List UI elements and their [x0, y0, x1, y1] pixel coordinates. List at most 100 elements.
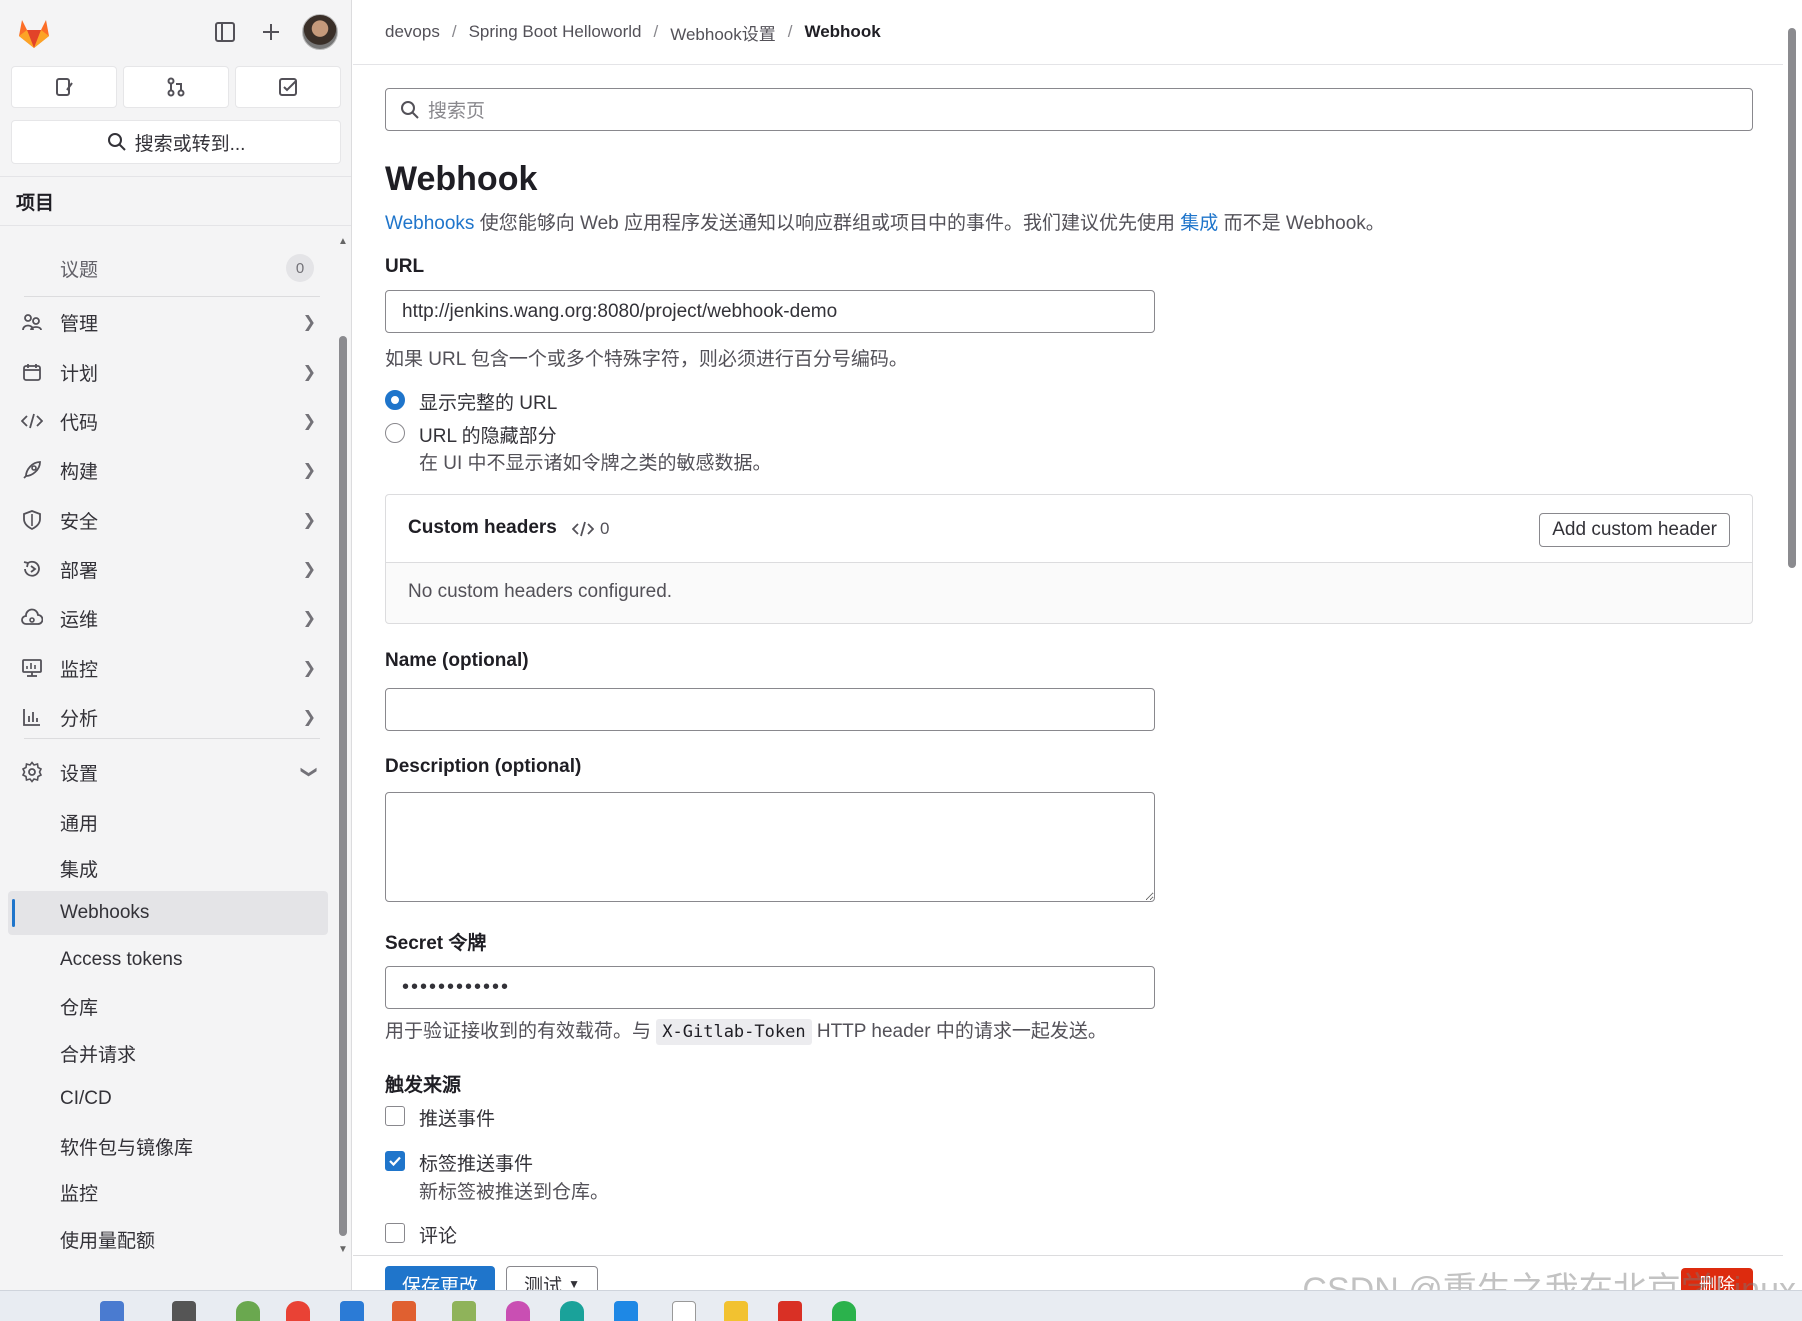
sidebar-subitem-label: Access tokens [60, 949, 183, 970]
sidebar-subitem-access-tokens[interactable]: Access tokens [8, 938, 328, 982]
comments-label[interactable]: 评论 [419, 1221, 457, 1248]
sidebar-item-settings[interactable]: 设置 ❯ [8, 750, 328, 794]
sidebar-item-manage[interactable]: 管理 ❯ [8, 300, 328, 344]
sidebar-item-plan[interactable]: 计划 ❯ [8, 350, 328, 394]
edge-icon[interactable] [560, 1301, 584, 1321]
sidebar-subitem-merge-requests[interactable]: 合并请求 [8, 1031, 328, 1075]
merge-requests-button[interactable] [123, 66, 229, 108]
add-custom-header-button[interactable]: Add custom header [1539, 513, 1730, 547]
sidebar-search-button[interactable]: 搜索或转到... [11, 120, 341, 164]
cloud-icon [20, 606, 44, 630]
name-input[interactable] [385, 688, 1155, 731]
tag-push-events-checkbox[interactable] [385, 1151, 405, 1171]
sidebar-item-security[interactable]: 安全 ❯ [8, 498, 328, 542]
secret-token-input[interactable]: •••••••••••• [385, 966, 1155, 1009]
breadcrumb-separator: / [787, 22, 793, 41]
sidebar-subitem-label: Webhooks [60, 902, 150, 923]
todo-icon [279, 78, 297, 96]
taskbar-app-icon[interactable] [778, 1301, 802, 1321]
typora-icon[interactable] [672, 1301, 696, 1321]
webhooks-docs-link[interactable]: Webhooks [385, 213, 474, 234]
page-search-input[interactable]: 搜索页 [385, 88, 1753, 131]
taskbar-app-icon[interactable] [506, 1301, 530, 1321]
plus-icon[interactable] [255, 16, 287, 48]
sidebar-toggle-icon[interactable] [209, 16, 241, 48]
sidebar-scrollbar[interactable]: ▲ ▼ [336, 232, 350, 1262]
secret-help: 用于验证接收到的有效载荷。与 X-Gitlab-Token HTTP heade… [385, 1016, 1107, 1045]
radio-show-full-url-label[interactable]: 显示完整的 URL [419, 388, 557, 415]
save-changes-button[interactable]: 保存更改 [385, 1266, 495, 1290]
sidebar-subitem-general[interactable]: 通用 [8, 800, 328, 844]
sidebar-item-analyze[interactable]: 分析 ❯ [8, 695, 328, 739]
sidebar-subitem-packages[interactable]: 软件包与镜像库 [8, 1124, 328, 1168]
sidebar-subitem-label: 通用 [60, 813, 99, 835]
gitlab-token-code: X-Gitlab-Token [656, 1019, 812, 1045]
breadcrumb-item[interactable]: devops [385, 22, 440, 42]
search-icon [107, 133, 126, 151]
push-events-label[interactable]: 推送事件 [419, 1104, 495, 1131]
sidebar-subitem-integrations[interactable]: 集成 [8, 846, 328, 890]
breadcrumb-item[interactable]: Webhook设置 [670, 20, 776, 45]
sidebar-item-label: 部署 [60, 560, 99, 582]
sidebar-scroll-thumb[interactable] [339, 336, 347, 1236]
taskbar [0, 1290, 1802, 1321]
avatar[interactable] [302, 14, 338, 50]
issues-button[interactable] [11, 66, 117, 108]
taskbar-app-icon[interactable] [340, 1301, 364, 1321]
sidebar-item-deploy[interactable]: 部署 ❯ [8, 547, 328, 591]
sidebar-header [0, 0, 351, 64]
sidebar-item-label: 运维 [60, 609, 99, 631]
sidebar-item-label: 监控 [60, 659, 99, 681]
taskbar-app-icon[interactable] [452, 1301, 476, 1321]
sidebar-item-build[interactable]: 构建 ❯ [8, 448, 328, 492]
chevron-right-icon: ❯ [302, 462, 316, 479]
todos-button[interactable] [235, 66, 341, 108]
custom-headers-header: Custom headers 0 Add custom header [386, 495, 1752, 563]
taskbar-app-icon[interactable] [236, 1301, 260, 1321]
radio-mask-url[interactable] [385, 423, 405, 443]
sidebar-item-issues[interactable]: 议题 0 [8, 246, 328, 290]
gitlab-logo-icon[interactable] [14, 12, 54, 52]
taskbar-app-icon[interactable] [392, 1301, 416, 1321]
sidebar-subitem-repository[interactable]: 仓库 [8, 984, 328, 1028]
description-textarea[interactable] [385, 792, 1155, 902]
chevron-right-icon: ❯ [302, 610, 316, 627]
url-input[interactable]: http://jenkins.wang.org:8080/project/web… [385, 290, 1155, 333]
header-divider [353, 64, 1783, 65]
test-dropdown-button[interactable]: 测试 ▼ [506, 1266, 598, 1290]
sidebar-subitem-usage-quotas[interactable]: 使用量配额 [8, 1217, 328, 1261]
integrations-link[interactable]: 集成 [1180, 213, 1218, 234]
sidebar-item-code[interactable]: 代码 ❯ [8, 399, 328, 443]
tag-push-events-help: 新标签被推送到仓库。 [419, 1182, 610, 1203]
secret-label: Secret 令牌 [385, 933, 487, 954]
sidebar-subitem-label: 合并请求 [60, 1044, 137, 1066]
chevron-down-icon: ❯ [300, 765, 318, 779]
sidebar-subitem-webhooks[interactable]: Webhooks [8, 891, 328, 935]
comments-checkbox[interactable] [385, 1223, 405, 1243]
tag-push-events-label[interactable]: 标签推送事件 [419, 1149, 533, 1176]
chrome-icon[interactable] [286, 1301, 310, 1321]
shield-icon [20, 508, 44, 532]
taskbar-app-icon[interactable] [172, 1301, 196, 1321]
wechat-icon[interactable] [832, 1301, 856, 1321]
sidebar-subitem-label: CI/CD [60, 1088, 112, 1109]
radio-mask-url-label[interactable]: URL 的隐藏部分 [419, 421, 557, 448]
scroll-up-icon[interactable]: ▲ [338, 236, 348, 247]
test-button-label: 测试 [524, 1275, 563, 1291]
folder-icon[interactable] [724, 1301, 748, 1321]
push-events-checkbox[interactable] [385, 1106, 405, 1126]
page-scrollbar[interactable] [1786, 20, 1798, 1290]
sidebar-item-operate[interactable]: 运维 ❯ [8, 596, 328, 640]
page-scroll-thumb[interactable] [1788, 28, 1796, 568]
taskbar-app-icon[interactable] [100, 1301, 124, 1321]
breadcrumb-item[interactable]: Spring Boot Helloworld [469, 22, 642, 42]
taskbar-app-icon[interactable] [614, 1301, 638, 1321]
code-icon [20, 409, 44, 433]
scroll-down-icon[interactable]: ▼ [338, 1244, 348, 1255]
sidebar-item-label: 代码 [60, 412, 99, 434]
custom-headers-card: Custom headers 0 Add custom header No cu… [385, 494, 1753, 624]
sidebar-subitem-monitor[interactable]: 监控 [8, 1170, 328, 1214]
sidebar-subitem-cicd[interactable]: CI/CD [8, 1077, 328, 1121]
sidebar-item-monitor[interactable]: 监控 ❯ [8, 646, 328, 690]
radio-show-full-url[interactable] [385, 390, 405, 410]
